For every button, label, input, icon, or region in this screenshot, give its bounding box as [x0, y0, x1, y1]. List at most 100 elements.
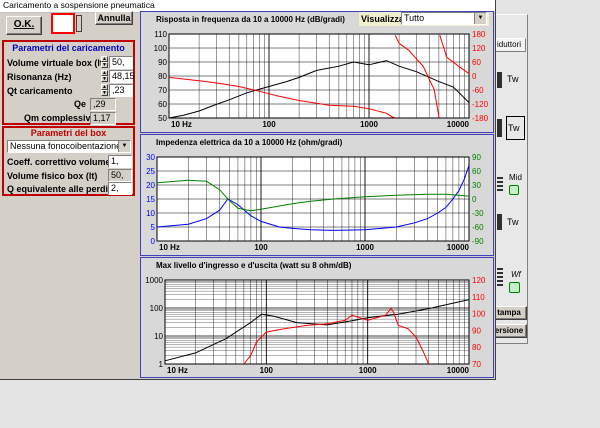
y2-tick-label: -30: [472, 209, 484, 218]
risonanza-input[interactable]: 48,15: [109, 70, 135, 83]
qt-spinner[interactable]: ▲ ▼: [101, 84, 108, 97]
annulla-button[interactable]: Annulla: [95, 11, 133, 25]
x-tick-label: 10000: [447, 243, 470, 252]
spin-down-icon: ▼: [101, 90, 108, 96]
y2-tick-label: 60: [472, 58, 481, 67]
driver-label: Tw: [507, 217, 519, 227]
driver-label: Tw: [508, 123, 520, 133]
max-level-plot: 110100100070809010011012010 Hz 100 1000 100…: [145, 276, 486, 375]
y2-tick-label: 70: [472, 360, 481, 369]
y2-tick-label: 100: [472, 310, 486, 319]
y-tick-label: 100: [154, 44, 168, 53]
y-tick-label: 80: [158, 72, 167, 81]
driver-mid[interactable]: Mid: [497, 165, 527, 205]
visualizza-select[interactable]: Tutto ▼: [401, 12, 487, 25]
driver-icon: [497, 119, 502, 137]
versione-label: ersione: [494, 326, 524, 335]
box-label-coeff: Coeff. correttivo volume: [7, 157, 111, 167]
y2-tick-label: 60: [472, 167, 481, 176]
q-perdite-input[interactable]: 2,: [108, 182, 132, 195]
driver-tw-2[interactable]: Tw: [497, 115, 525, 145]
y2-tick-label: 120: [472, 44, 486, 53]
impedance-plot: 0 5 10 15 20 25 30 -90 -60 -30 0 30 60 90 10 Hz 100 1000…: [146, 153, 484, 252]
y-tick-label: 20: [146, 181, 155, 190]
ok-button[interactable]: O.K.: [6, 16, 42, 35]
driver-tw-3[interactable]: Tw: [497, 212, 525, 237]
risonanza-spinner[interactable]: ▲ ▼: [101, 70, 108, 83]
y-tick-label: 70: [158, 86, 167, 95]
y-tick-label: 1000: [145, 276, 163, 285]
frequency-response-chart: Risposta in frequenza da 10 a 10000 Hz (…: [140, 11, 494, 133]
versione-button[interactable]: ersione: [491, 324, 527, 338]
params-title: Parametri del caricamento: [12, 43, 125, 53]
x-tick-label: 10000: [447, 120, 470, 129]
coeff-input[interactable]: 1,: [108, 155, 132, 168]
driver-wf[interactable]: Wf: [497, 260, 527, 302]
driver-speaker-icon: [509, 282, 520, 293]
y-tick-label: 50: [158, 114, 167, 123]
y2-tick-label: -90: [472, 237, 484, 246]
y2-tick-label: 90: [472, 153, 481, 162]
box-title: Parametri del box: [30, 128, 107, 138]
box-group: Parametri del box Nessuna fonocoibentazi…: [2, 126, 135, 196]
param-label-qm: Qm complessivo: [24, 113, 97, 123]
param-label-volume: Volume virtuale box (lt): [7, 58, 106, 68]
stampa-label: tampa: [497, 308, 521, 317]
driver-label: Mid: [509, 173, 522, 182]
visualizza-label: Visualizza: [361, 14, 404, 24]
x-tick-label: 10 Hz: [171, 120, 192, 129]
spin-down-icon: ▼: [101, 62, 108, 68]
box-label-q: Q equivalente alle perdite: [7, 184, 117, 194]
impedance-chart: Impedenza elettrica da 10 a 10000 Hz (oh…: [140, 134, 494, 256]
chevron-down-icon[interactable]: ▼: [118, 141, 130, 152]
drivers-tab-label: iduttori: [497, 40, 522, 49]
driver-speaker-icon: [509, 185, 519, 195]
driver-icon: [497, 72, 502, 88]
y2-tick-label: 0: [472, 72, 477, 81]
x-tick-label: 100: [254, 243, 268, 252]
params-group: Parametri del caricamento Volume virtual…: [2, 40, 135, 125]
volume-spinner[interactable]: ▲ ▼: [101, 56, 108, 69]
y-tick-label: 30: [146, 153, 155, 162]
driver-tw-1[interactable]: Tw: [497, 70, 525, 90]
y-tick-label: 90: [158, 58, 167, 67]
y2-tick-label: 90: [472, 326, 481, 335]
y2-tick-label: -180: [472, 114, 489, 123]
volume-input[interactable]: 50,: [109, 56, 133, 69]
indicator-scrollbar[interactable]: [76, 15, 82, 32]
annulla-label: Annulla: [97, 13, 131, 23]
y-tick-label: 1: [159, 360, 164, 369]
y2-tick-label: 180: [472, 30, 486, 39]
spring-icon: [497, 268, 503, 286]
x-tick-label: 10 Hz: [167, 366, 188, 375]
main-window: Caricamento a sospensione pneumatica O.K…: [0, 0, 496, 380]
y-tick-label: 15: [146, 195, 155, 204]
y-tick-label: 10: [146, 209, 155, 218]
y-tick-label: 110: [154, 30, 167, 39]
spin-down-icon: ▼: [101, 76, 108, 82]
y2-tick-label: 110: [472, 293, 485, 302]
qt-input[interactable]: ,23: [109, 84, 133, 97]
y-tick-label: 0: [151, 237, 156, 246]
y2-tick-label: 30: [472, 181, 481, 190]
x-tick-label: 1000: [356, 243, 374, 252]
drivers-tab[interactable]: iduttori: [495, 38, 526, 52]
qm-value: 1,17: [90, 112, 116, 125]
y2-tick-label: 0: [472, 195, 477, 204]
y2-tick-label: 80: [472, 343, 481, 352]
window-title: Caricamento a sospensione pneumatica: [3, 0, 155, 10]
chevron-down-icon[interactable]: ▼: [474, 13, 486, 24]
x-tick-label: 1000: [359, 366, 377, 375]
driver-icon: [497, 214, 502, 230]
y-tick-label: 5: [151, 223, 156, 232]
qe-value: ,29: [90, 98, 116, 111]
driver-label: Tw: [507, 74, 519, 84]
y2-tick-label: -60: [472, 223, 484, 232]
color-indicator: [51, 13, 75, 34]
stampa-button[interactable]: tampa: [491, 306, 527, 320]
x-tick-label: 1000: [360, 120, 378, 129]
param-label-qt: Qt caricamento: [7, 86, 73, 96]
volume-fisico-value: 50,: [108, 169, 132, 182]
fonocoibentazione-select[interactable]: Nessuna fonocoibentazione ▼: [7, 140, 131, 153]
y-tick-label: 60: [158, 100, 167, 109]
